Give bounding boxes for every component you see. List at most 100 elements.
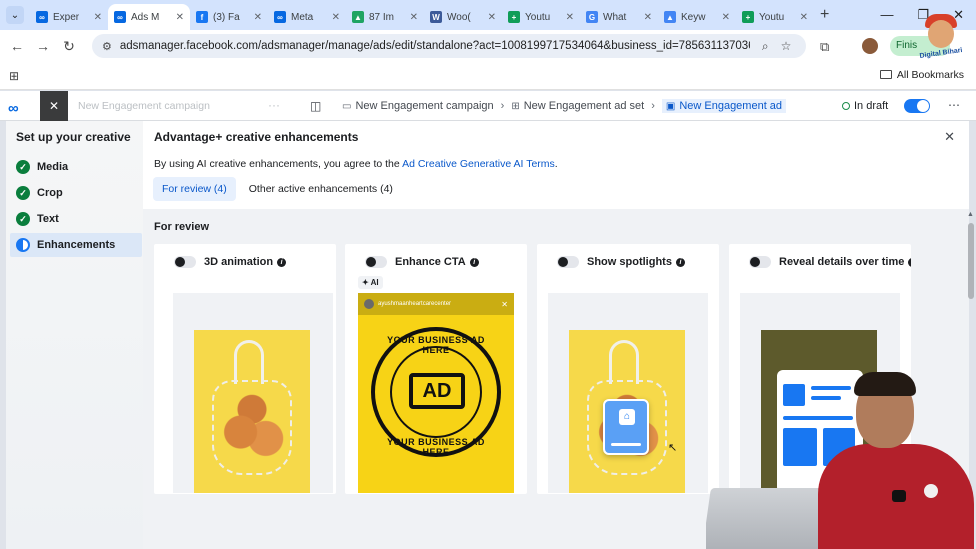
- tab-other-active[interactable]: Other active enhancements (4): [240, 177, 402, 201]
- draft-ring-icon: [842, 102, 850, 110]
- step-item[interactable]: ✓ Text: [10, 207, 142, 231]
- breadcrumb-item[interactable]: ▭ New Engagement campaign: [342, 100, 494, 112]
- enhancement-toggle[interactable]: [557, 256, 579, 268]
- info-icon[interactable]: i: [675, 257, 685, 267]
- extensions-puzzle-icon[interactable]: ⧉: [820, 39, 829, 55]
- browser-tab-strip: ⌄ ∞ Exper ✕ ∞ Ads M ✕ f (3) Fa ✕ ∞ Meta ✕ ▲ 87 Im ✕ W Wo…: [0, 0, 976, 30]
- all-bookmarks-label: All Bookmarks: [896, 69, 964, 81]
- back-arrow-icon[interactable]: ←: [4, 38, 30, 54]
- ad-on-off-toggle[interactable]: [904, 99, 930, 113]
- meta-logo-icon[interactable]: ∞: [8, 100, 19, 117]
- browser-tab[interactable]: W Woo(✕: [424, 4, 502, 30]
- info-icon[interactable]: i: [908, 257, 911, 267]
- close-editor-icon[interactable]: ✕: [40, 91, 68, 121]
- browser-tab[interactable]: f (3) Fa ✕: [190, 4, 268, 30]
- zoom-icon[interactable]: ⌕: [762, 39, 769, 54]
- story-header: ayushmaanheartcarecenter ✕: [358, 293, 514, 315]
- browser-tab[interactable]: ∞ Exper ✕: [30, 4, 108, 30]
- tab-close-icon[interactable]: ✕: [566, 12, 574, 23]
- tab-favicon-icon: W: [430, 11, 442, 23]
- apps-grid-icon[interactable]: ⊞: [9, 69, 19, 83]
- steps-title: Set up your creative: [16, 130, 131, 144]
- step-item[interactable]: Enhancements: [10, 233, 142, 257]
- tab-label: Exper: [53, 11, 80, 23]
- terms-text: By using AI creative enhancements, you a…: [154, 158, 558, 170]
- more-options-icon[interactable]: ⋯: [948, 98, 960, 112]
- step-item[interactable]: ✓ Crop: [10, 181, 142, 205]
- reload-icon[interactable]: ↻: [56, 38, 82, 55]
- tab-label: What: [603, 11, 627, 23]
- browser-tab[interactable]: G What ✕: [580, 4, 658, 30]
- enhancement-toggle[interactable]: [365, 256, 387, 268]
- forward-arrow-icon[interactable]: →: [30, 38, 56, 54]
- campaign-tree-item[interactable]: New Engagement campaign: [78, 100, 210, 112]
- grid-icon: ⊞: [511, 100, 520, 112]
- step-item[interactable]: ✓ Media: [10, 155, 142, 179]
- check-circle-icon: ✓: [16, 212, 30, 226]
- enhancement-toggle[interactable]: [174, 256, 196, 268]
- profile-avatar[interactable]: [862, 38, 878, 54]
- tab-close-icon[interactable]: ✕: [94, 12, 102, 23]
- scroll-up-icon[interactable]: ▲: [967, 211, 974, 218]
- tab-close-icon[interactable]: ✕: [176, 12, 184, 23]
- sidebar-toggle-icon[interactable]: ◫: [310, 99, 321, 113]
- seal-text-bottom: YOUR BUSINESS AD HERE: [387, 437, 485, 457]
- more-dots-icon[interactable]: ···: [268, 98, 280, 112]
- breadcrumb-item[interactable]: ⊞ New Engagement ad set: [511, 100, 644, 112]
- ai-terms-link[interactable]: Ad Creative Generative AI Terms: [402, 158, 555, 170]
- presenter-webcam: [706, 372, 976, 549]
- terms-suffix: .: [554, 158, 558, 170]
- tab-close-icon[interactable]: ✕: [410, 12, 418, 23]
- tab-close-icon[interactable]: ✕: [800, 12, 808, 23]
- info-icon[interactable]: i: [469, 257, 479, 267]
- minimize-icon[interactable]: —: [880, 7, 893, 23]
- new-tab-plus-icon[interactable]: +: [820, 6, 829, 24]
- browser-tab[interactable]: ▲ 87 Im ✕: [346, 4, 424, 30]
- tab-close-icon[interactable]: ✕: [254, 12, 262, 23]
- scrollbar-thumb[interactable]: [968, 223, 974, 299]
- ads-manager-header: ∞ ✕ New Engagement campaign ··· ◫ ▭ New E…: [0, 91, 976, 121]
- product-photo: ⌂: [569, 330, 685, 493]
- tab-for-review[interactable]: For review (4): [153, 177, 236, 201]
- tab-favicon-icon: G: [586, 11, 598, 23]
- browser-tab[interactable]: ▲ Keyw ✕: [658, 4, 736, 30]
- browser-tab[interactable]: + Youtu ✕: [502, 4, 580, 30]
- address-bar: ← → ↻ ⚙ adsmanager.facebook.com/adsmanag…: [0, 30, 976, 62]
- breadcrumb: ▭ New Engagement campaign › ⊞ New Engagement…: [342, 99, 787, 113]
- tab-close-icon[interactable]: ✕: [332, 12, 340, 23]
- folder-icon: [879, 70, 892, 79]
- ad-seal: YOUR BUSINESS AD HERE AD YOUR BUSINESS A…: [371, 327, 501, 457]
- url-text[interactable]: adsmanager.facebook.com/adsmanager/manag…: [120, 40, 750, 52]
- preview-image: ayushmaanheartcarecenter ✕ YOUR BUSINESS…: [358, 293, 514, 493]
- tab-search-chevron-icon[interactable]: ⌄: [6, 6, 24, 24]
- channel-logo: Digital Bihari: [914, 14, 968, 68]
- close-panel-icon[interactable]: ✕: [944, 129, 955, 145]
- product-photo: [194, 330, 310, 493]
- channel-name: Digital Bihari: [919, 47, 963, 60]
- bookmark-star-icon[interactable]: ☆: [781, 39, 792, 53]
- breadcrumb-label: New Engagement ad set: [523, 100, 645, 112]
- tab-favicon-icon: +: [508, 11, 520, 23]
- browser-tab[interactable]: ∞ Ads M ✕: [108, 4, 190, 30]
- card-title: Show spotlights: [587, 256, 672, 268]
- tab-close-icon[interactable]: ✕: [488, 12, 496, 23]
- browser-tab[interactable]: + Youtu ✕: [736, 4, 814, 30]
- tab-label: (3) Fa: [213, 11, 240, 23]
- step-label: Text: [37, 213, 59, 225]
- info-icon[interactable]: i: [277, 257, 287, 267]
- tab-label: 87 Im: [369, 11, 395, 23]
- enhancement-toggle[interactable]: [749, 256, 771, 268]
- check-circle-icon: ✓: [16, 186, 30, 200]
- tab-close-icon[interactable]: ✕: [722, 12, 730, 23]
- site-settings-icon[interactable]: ⚙: [102, 40, 112, 53]
- browser-tab[interactable]: ∞ Meta ✕: [268, 4, 346, 30]
- card-show-spotlights: Show spotlights i ⌂ ↖: [537, 244, 719, 494]
- tab-list: ∞ Exper ✕ ∞ Ads M ✕ f (3) Fa ✕ ∞ Meta ✕ ▲ 87 Im ✕ W Woo(…: [30, 0, 814, 30]
- tab-close-icon[interactable]: ✕: [644, 12, 652, 23]
- all-bookmarks-link[interactable]: All Bookmarks: [879, 69, 964, 81]
- card-title: Enhance CTA: [395, 256, 466, 268]
- breadcrumb-label: New Engagement ad: [679, 100, 783, 112]
- breadcrumb-label: New Engagement campaign: [355, 100, 494, 112]
- breadcrumb-item[interactable]: ▣ New Engagement ad: [661, 99, 787, 113]
- url-omnibox[interactable]: ⚙ adsmanager.facebook.com/adsmanager/man…: [92, 34, 806, 58]
